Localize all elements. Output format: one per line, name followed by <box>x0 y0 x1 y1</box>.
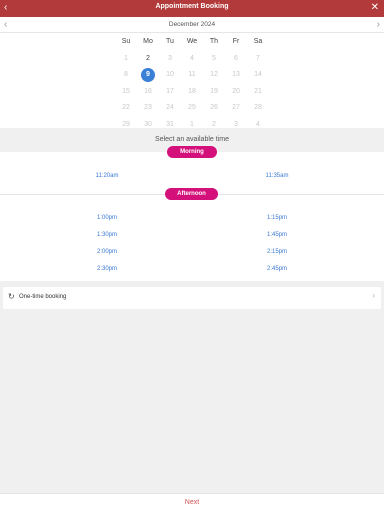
calendar-day: 19 <box>210 87 218 95</box>
weekday-label: Mo <box>143 38 153 45</box>
booking-type-row[interactable]: ↻ One-time booking › <box>3 287 381 309</box>
weekday-label: Su <box>121 38 131 45</box>
time-slot[interactable]: 1:15pm <box>257 215 297 221</box>
calendar-day: 2 <box>212 120 216 128</box>
calendar-day: 23 <box>144 104 152 111</box>
calendar-week: 8 9 10 11 12 13 14 <box>115 67 269 84</box>
close-icon[interactable]: ✕ <box>371 1 379 15</box>
next-month-icon[interactable]: › <box>377 19 380 30</box>
calendar-day: 18 <box>188 87 196 95</box>
booking-type-label: One-time booking <box>19 294 67 300</box>
calendar-day: 3 <box>168 54 172 62</box>
calendar-day: 28 <box>254 104 262 111</box>
weekday-label: Th <box>209 38 219 45</box>
calendar-day: 4 <box>190 54 194 62</box>
calendar-day: 25 <box>188 104 196 111</box>
time-slot[interactable]: 1:30pm <box>87 232 127 238</box>
calendar-day: 10 <box>166 71 174 78</box>
calendar-day-selected[interactable]: 9 <box>137 67 159 84</box>
time-slot[interactable]: 2:30pm <box>87 266 127 272</box>
calendar-day: 20 <box>232 87 240 95</box>
calendar-day: 14 <box>254 71 262 78</box>
weekday-label: Fr <box>232 38 240 45</box>
time-slot[interactable]: 2:15pm <box>257 249 297 255</box>
calendar-day: 1 <box>124 54 128 62</box>
morning-label: Morning <box>167 146 217 158</box>
time-slots-panel <box>0 152 384 281</box>
weekday-header: Su Mo Tu We Th Fr Sa <box>115 34 269 51</box>
calendar-day: 7 <box>256 54 260 62</box>
time-slot[interactable]: 2:00pm <box>87 249 127 255</box>
calendar-day: 6 <box>234 54 238 62</box>
afternoon-label: Afternoon <box>165 188 218 200</box>
time-slot[interactable]: 2:45pm <box>257 266 297 272</box>
weekday-label: Tu <box>166 38 174 45</box>
calendar-day: 11 <box>188 71 196 78</box>
chevron-right-icon: › <box>372 291 375 300</box>
footer-bar: Next <box>0 493 384 512</box>
weekday-label: Sa <box>253 38 263 45</box>
availability-title: Select an available time <box>155 136 229 143</box>
calendar-day: 16 <box>144 87 152 95</box>
calendar-day: 31 <box>166 120 174 128</box>
calendar-day: 21 <box>254 87 262 95</box>
calendar-day: 5 <box>212 54 216 62</box>
calendar-day: 13 <box>232 71 240 78</box>
calendar-day: 17 <box>166 87 174 95</box>
calendar-day-number: 9 <box>146 71 150 78</box>
page-title: Appointment Booking <box>155 3 229 10</box>
calendar-day: 30 <box>144 120 152 128</box>
calendar-day: 22 <box>122 104 130 111</box>
month-label: December 2024 <box>168 21 216 28</box>
weekday-label: We <box>186 38 198 45</box>
month-nav: ‹ December 2024 › <box>0 17 384 33</box>
calendar-day[interactable]: 2 <box>137 51 159 68</box>
calendar-day: 3 <box>234 120 238 128</box>
calendar-week: 29 30 31 1 2 3 4 <box>115 117 269 134</box>
calendar-day: 27 <box>232 104 240 111</box>
calendar-day: 29 <box>122 120 130 128</box>
calendar-week: 22 23 24 25 26 27 28 <box>115 100 269 117</box>
header-bar: ‹ Appointment Booking ✕ <box>0 0 384 17</box>
calendar-day: 24 <box>166 104 174 111</box>
calendar-grid: Su Mo Tu We Th Fr Sa 1 2 3 4 5 6 7 8 9 10 11 12 13 14 15 16 17… <box>115 34 269 133</box>
time-slot[interactable]: 11:20am <box>87 173 127 179</box>
refresh-icon: ↻ <box>8 292 15 301</box>
calendar-day: 8 <box>124 71 128 78</box>
calendar-day: 1 <box>190 120 194 128</box>
calendar-week: 15 16 17 18 19 20 21 <box>115 84 269 101</box>
next-button[interactable]: Next <box>0 499 384 506</box>
calendar-weeks: 1 2 3 4 5 6 7 8 9 10 11 12 13 14 15 16 17 18 19 20 21 22 23 24 2… <box>115 51 269 134</box>
calendar-day: 15 <box>122 87 130 95</box>
time-slot[interactable]: 1:00pm <box>87 215 127 221</box>
calendar-week: 1 2 3 4 5 6 7 <box>115 51 269 68</box>
time-slot[interactable]: 1:45pm <box>257 232 297 238</box>
calendar: ‹ December 2024 › Su Mo Tu We Th Fr Sa 1234567… <box>0 17 384 128</box>
calendar-day: 26 <box>210 104 218 111</box>
time-slot[interactable]: 11:35am <box>257 173 297 179</box>
calendar-day: 12 <box>210 71 218 78</box>
calendar-day: 4 <box>256 120 260 128</box>
